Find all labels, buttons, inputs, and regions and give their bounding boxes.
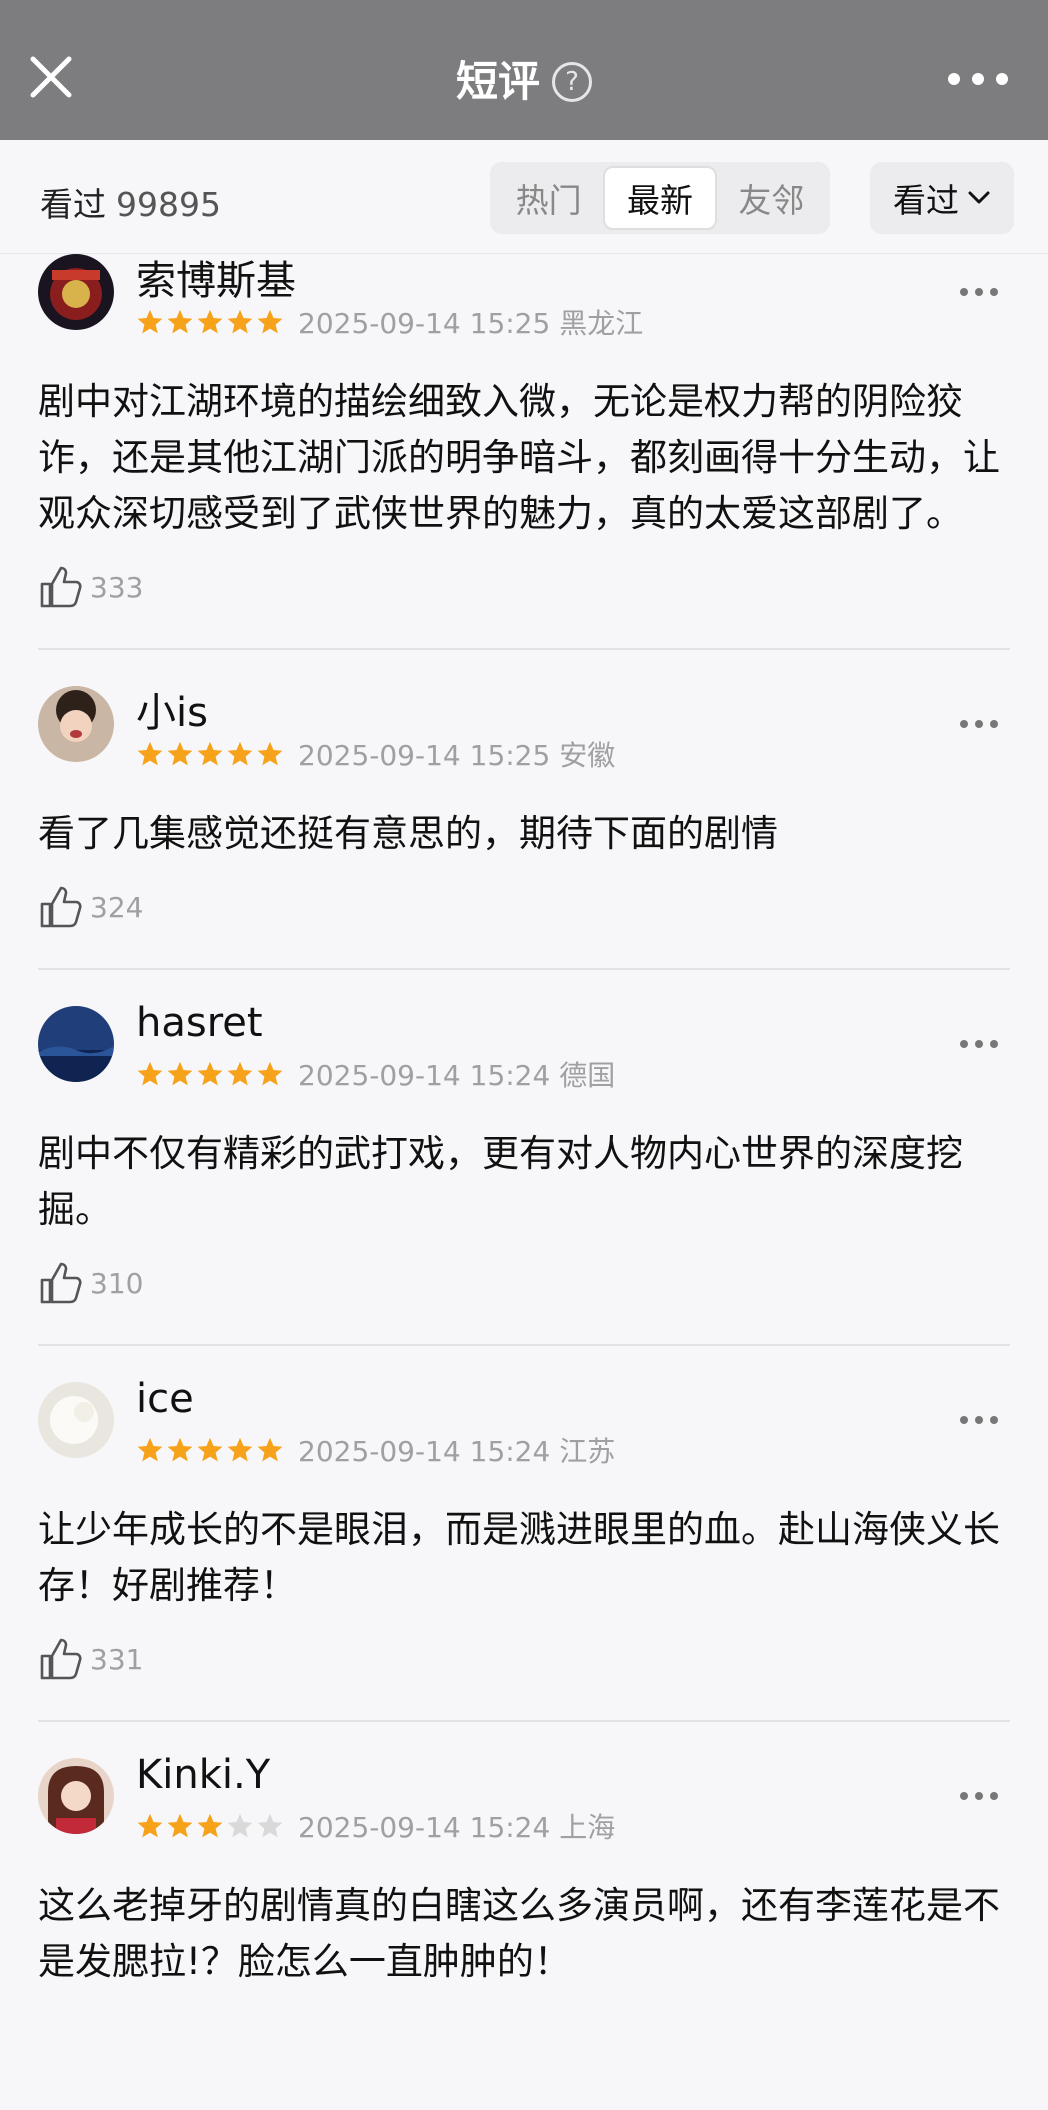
star-icon	[227, 1813, 253, 1838]
timestamp: 2025-09-14 15:25 安徽	[298, 739, 616, 772]
comment-text: 这么老掉牙的剧情真的白瞎这么多演员啊，还有李莲花是不是发腮拉!？脸怎么一直肿肿的…	[38, 1884, 1000, 1983]
avatar[interactable]	[38, 1758, 114, 1834]
watched-count: 看过 99895	[40, 178, 221, 226]
like-count: 324	[90, 890, 144, 924]
username[interactable]: ice	[136, 1376, 194, 1422]
comment-more-icon[interactable]	[960, 1040, 998, 1052]
comment-meta: 2025-09-14 15:24 德国	[136, 1054, 615, 1094]
username[interactable]: 小is	[136, 680, 208, 738]
like-button[interactable]: 310	[38, 1258, 1010, 1308]
thumbs-up-icon	[40, 1262, 82, 1304]
like-count: 333	[90, 570, 144, 604]
star-rating	[136, 308, 284, 336]
comment-list: 索博斯基 2025-09-14 15:25 黑龙江 剧中对江湖环境的描绘细致入微…	[0, 254, 1048, 1990]
star-rating	[136, 1812, 284, 1840]
location: 德国	[559, 1059, 616, 1092]
comment-more-icon[interactable]	[960, 1792, 998, 1804]
star-icon	[257, 1437, 283, 1462]
top-bar: 短评 ?	[0, 0, 1048, 140]
comment-text: 剧中对江湖环境的描绘细致入微，无论是权力帮的阴险狡诈，还是其他江湖门派的明争暗斗…	[38, 380, 1000, 535]
star-icon	[227, 1437, 253, 1462]
more-icon[interactable]	[948, 64, 1008, 94]
comment-item: 索博斯基 2025-09-14 15:25 黑龙江 剧中对江湖环境的描绘细致入微…	[38, 254, 1010, 650]
comment-text: 剧中不仅有精彩的武打戏，更有对人物内心世界的深度挖掘。	[38, 1132, 963, 1231]
star-icon	[257, 309, 283, 334]
star-icon	[167, 1061, 193, 1086]
star-icon	[197, 741, 223, 766]
chevron-down-icon	[968, 191, 990, 204]
page-title-area: 短评 ?	[0, 52, 1048, 112]
location: 上海	[559, 1811, 616, 1844]
star-icon	[167, 1437, 193, 1462]
tab-hot[interactable]: 热门	[494, 166, 603, 230]
comment-item: 小is 2025-09-14 15:25 安徽 看了几集感觉还挺有意思的，期待下…	[38, 686, 1010, 970]
comment-text: 让少年成长的不是眼泪，而是溅进眼里的血。赴山海侠义长存！好剧推荐！	[38, 1508, 1000, 1607]
location: 安徽	[559, 739, 616, 772]
timestamp: 2025-09-14 15:24 江苏	[298, 1435, 616, 1468]
comment-more-icon[interactable]	[960, 1416, 998, 1428]
username[interactable]: 索博斯基	[136, 248, 296, 306]
comment-item: ice 2025-09-14 15:24 江苏 让少年成长的不是眼泪，而是溅进眼…	[38, 1376, 1010, 1722]
star-icon	[167, 741, 193, 766]
timestamp: 2025-09-14 15:25 黑龙江	[298, 307, 644, 340]
star-icon	[197, 1813, 223, 1838]
comment-item: hasret 2025-09-14 15:24 德国 剧中不仅有精彩的武打戏，更…	[38, 1000, 1010, 1346]
comment-text: 看了几集感觉还挺有意思的，期待下面的剧情	[38, 812, 778, 855]
star-icon	[257, 741, 283, 766]
star-rating	[136, 740, 284, 768]
status-dropdown[interactable]: 看过	[870, 162, 1014, 234]
star-rating	[136, 1436, 284, 1464]
username[interactable]: hasret	[136, 1000, 263, 1046]
username[interactable]: Kinki.Y	[136, 1752, 270, 1798]
like-button[interactable]: 331	[38, 1634, 1010, 1684]
watched-label: 看过	[40, 185, 106, 224]
comment-meta: 2025-09-14 15:25 黑龙江	[136, 302, 643, 342]
star-icon	[137, 309, 163, 334]
timestamp: 2025-09-14 15:24 德国	[298, 1059, 616, 1092]
location: 江苏	[559, 1435, 616, 1468]
location: 黑龙江	[559, 307, 644, 340]
avatar[interactable]	[38, 1382, 114, 1458]
comment-item: Kinki.Y 2025-09-14 15:24 上海 这么老掉牙的剧情真的白瞎…	[38, 1752, 1010, 1990]
thumbs-up-icon	[40, 566, 82, 608]
help-icon[interactable]: ?	[552, 62, 592, 102]
avatar[interactable]	[38, 254, 114, 330]
filter-bar: 看过 99895 热门 最新 友邻 看过	[0, 140, 1048, 254]
star-icon	[257, 1061, 283, 1086]
avatar[interactable]	[38, 686, 114, 762]
watched-number: 99895	[116, 185, 221, 224]
star-icon	[197, 1437, 223, 1462]
star-rating	[136, 1060, 284, 1088]
star-icon	[137, 1061, 163, 1086]
star-icon	[227, 1061, 253, 1086]
timestamp: 2025-09-14 15:24 上海	[298, 1811, 616, 1844]
comment-more-icon[interactable]	[960, 720, 998, 732]
star-icon	[197, 309, 223, 334]
star-icon	[137, 1813, 163, 1838]
sort-tabs: 热门 最新 友邻	[490, 162, 830, 234]
tab-friends[interactable]: 友邻	[717, 166, 826, 230]
like-count: 331	[90, 1642, 144, 1676]
tab-latest[interactable]: 最新	[603, 166, 717, 230]
status-dropdown-label: 看过	[893, 181, 959, 220]
thumbs-up-icon	[40, 1638, 82, 1680]
thumbs-up-icon	[40, 886, 82, 928]
star-icon	[227, 309, 253, 334]
comment-more-icon[interactable]	[960, 288, 998, 300]
like-button[interactable]: 324	[38, 882, 1010, 932]
star-icon	[197, 1061, 223, 1086]
star-icon	[167, 309, 193, 334]
comment-meta: 2025-09-14 15:25 安徽	[136, 734, 615, 774]
star-icon	[257, 1813, 283, 1838]
star-icon	[137, 1437, 163, 1462]
like-count: 310	[90, 1266, 144, 1300]
like-button[interactable]: 333	[38, 562, 1010, 612]
star-icon	[227, 741, 253, 766]
page-title: 短评	[455, 57, 540, 106]
star-icon	[137, 741, 163, 766]
comment-meta: 2025-09-14 15:24 上海	[136, 1806, 615, 1846]
star-icon	[167, 1813, 193, 1838]
comment-meta: 2025-09-14 15:24 江苏	[136, 1430, 615, 1470]
avatar[interactable]	[38, 1006, 114, 1082]
